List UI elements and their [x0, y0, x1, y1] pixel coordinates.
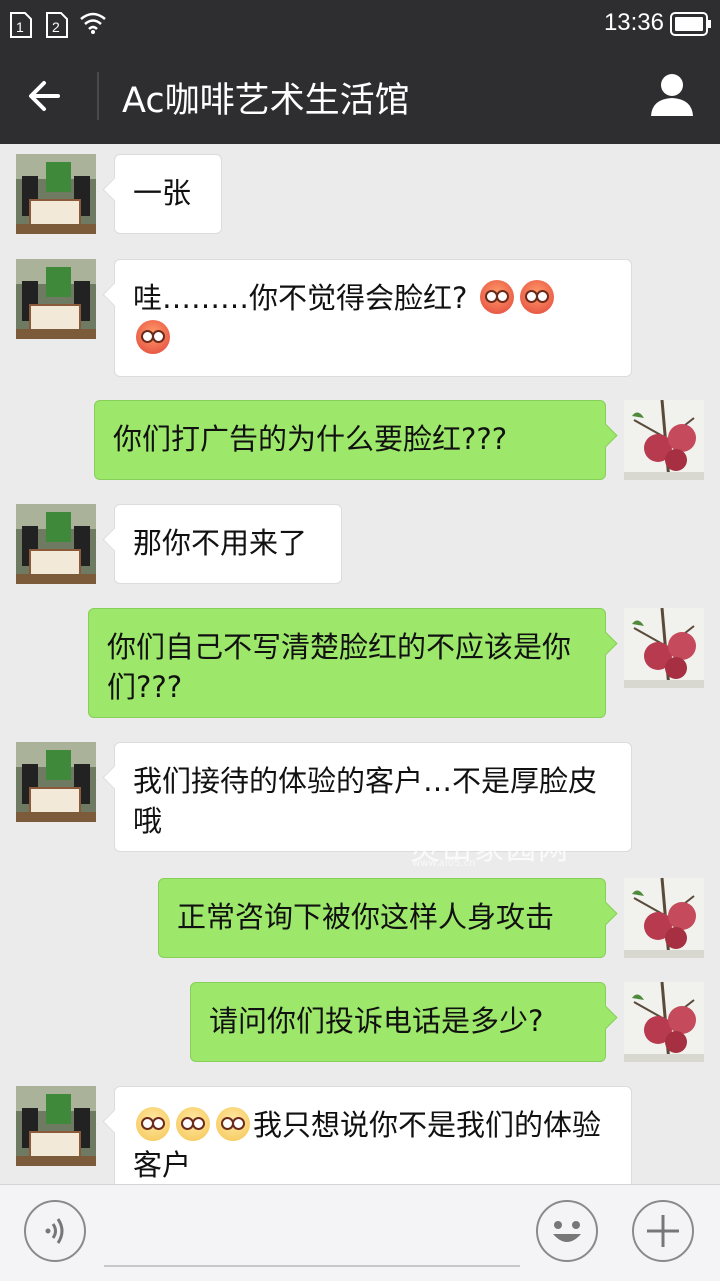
- voice-button[interactable]: [24, 1200, 86, 1262]
- sim2-icon: 2: [46, 12, 68, 38]
- message-text: 哇………你不觉得会脸红?: [133, 281, 468, 315]
- message-bubble-outgoing[interactable]: 请问你们投诉电话是多少?: [190, 982, 606, 1062]
- message-bubble-incoming[interactable]: 我只想说你不是我们的体验客户: [114, 1086, 632, 1184]
- message-bubble-outgoing[interactable]: 正常咨询下被你这样人身攻击: [158, 878, 606, 958]
- message-text: 正常咨询下被你这样人身攻击: [177, 900, 555, 934]
- wifi-icon: [79, 11, 107, 39]
- flushed-face-icon: [519, 280, 554, 314]
- input-bar: [0, 1184, 720, 1281]
- message-input[interactable]: [104, 1207, 520, 1267]
- voice-icon: [45, 1218, 64, 1244]
- message-bubble-outgoing[interactable]: 你们打广告的为什么要脸红???: [94, 400, 606, 480]
- status-time: 13:36: [603, 9, 664, 36]
- back-button[interactable]: [24, 76, 74, 116]
- message-text: 请问你们投诉电话是多少?: [209, 1004, 544, 1038]
- message-text: 那你不用来了: [133, 526, 308, 560]
- watermark-url: www.al05.cn: [412, 858, 476, 869]
- contact-avatar[interactable]: [16, 154, 96, 234]
- contact-avatar[interactable]: [16, 504, 96, 584]
- status-bar: 1 2 13:36: [0, 0, 720, 48]
- contact-avatar[interactable]: [16, 742, 96, 822]
- message-bubble-outgoing[interactable]: 你们自己不写清楚脸红的不应该是你们???: [88, 608, 606, 718]
- plus-icon: [647, 1215, 679, 1247]
- contact-avatar[interactable]: [16, 1086, 96, 1166]
- message-bubble-incoming[interactable]: 哇………你不觉得会脸红?: [114, 259, 632, 377]
- flushed-face-icon: [176, 1107, 210, 1141]
- message-bubble-incoming[interactable]: 那你不用来了: [114, 504, 342, 584]
- sim1-label: 1: [16, 19, 24, 35]
- flushed-face-icon: [136, 320, 170, 354]
- smiley-icon: [553, 1221, 581, 1242]
- sim2-label: 2: [52, 19, 60, 35]
- contact-avatar[interactable]: [16, 259, 96, 339]
- battery-icon: [670, 12, 712, 40]
- chat-header: Ac咖啡艺术生活馆: [0, 48, 720, 144]
- my-avatar[interactable]: [624, 982, 704, 1062]
- message-text: 你们打广告的为什么要脸红???: [113, 422, 508, 456]
- sim1-icon: 1: [10, 12, 32, 38]
- my-avatar[interactable]: [624, 878, 704, 958]
- more-button[interactable]: [632, 1200, 694, 1262]
- person-icon: [651, 74, 693, 116]
- my-avatar[interactable]: [624, 608, 704, 688]
- arrow-left-icon: [29, 81, 60, 111]
- my-avatar[interactable]: [624, 400, 704, 480]
- message-text: 你们自己不写清楚脸红的不应该是你们???: [107, 630, 572, 704]
- message-bubble-incoming[interactable]: 一张: [114, 154, 222, 234]
- header-divider: [97, 72, 99, 120]
- profile-button[interactable]: [648, 70, 696, 118]
- flushed-face-icon: [216, 1107, 250, 1141]
- chat-title: Ac咖啡艺术生活馆: [122, 81, 410, 121]
- emoji-button[interactable]: [536, 1200, 598, 1262]
- flushed-face-icon: [136, 1107, 170, 1141]
- flushed-face-icon: [479, 280, 514, 314]
- message-text: 一张: [133, 176, 192, 210]
- message-list[interactable]: 一张 哇………你不觉得会脸红? 你们打广告的为什么要脸红??? 那你不用来了 你…: [0, 144, 720, 1184]
